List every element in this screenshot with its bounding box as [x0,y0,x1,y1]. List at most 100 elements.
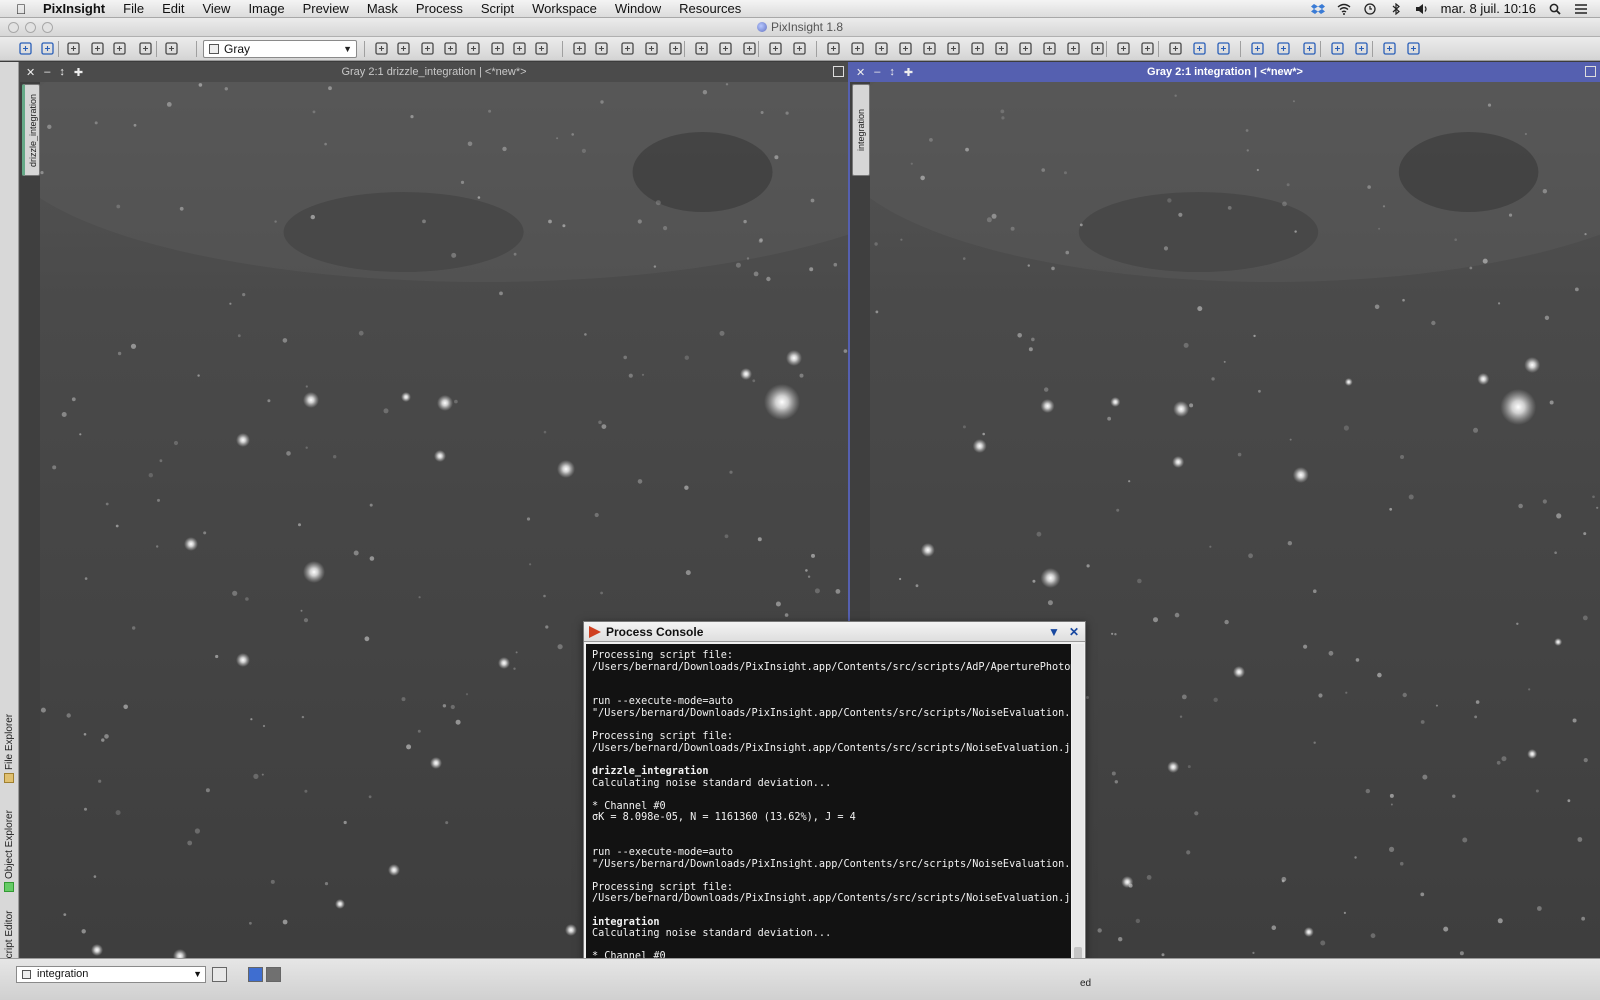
process-2-icon[interactable] [850,41,865,56]
explorer-3-icon[interactable] [1216,41,1231,56]
object-explorer-tab[interactable]: Object Explorer [1,802,18,900]
readout-icon[interactable] [490,41,505,56]
screen-4-icon[interactable] [1330,41,1345,56]
volume-icon[interactable] [1415,3,1429,15]
process-8-icon[interactable] [994,41,1009,56]
minimize-icon[interactable]: – [874,66,880,78]
screen-6-icon[interactable] [1382,41,1397,56]
process-7-icon[interactable] [970,41,985,56]
screen-7-icon[interactable] [1406,41,1421,56]
pointer-icon[interactable] [534,41,549,56]
apple-icon[interactable]:  [8,1,34,17]
process-console-header[interactable]: Process Console ▼ ✕ [584,622,1085,642]
copy-icon[interactable] [112,41,127,56]
duplicate-icon[interactable] [90,41,105,56]
wifi-icon[interactable] [1337,3,1351,15]
process-11-icon[interactable] [1066,41,1081,56]
spotlight-search-icon[interactable] [1548,3,1562,15]
faint-star [267,399,271,403]
menu-workspace[interactable]: Workspace [523,0,606,18]
collapse-icon[interactable]: ▼ [1048,622,1060,642]
notification-center-icon[interactable] [1574,3,1588,15]
view-selector[interactable]: integration ▼ [16,966,206,983]
time-machine-icon[interactable] [1363,2,1377,15]
screen-3-icon[interactable] [1302,41,1317,56]
close-icon[interactable]: ✕ [856,66,865,79]
explorer-2-icon[interactable] [1192,41,1207,56]
toolbar-separator [196,41,197,57]
layout-icon[interactable] [1116,41,1131,56]
image-window-title[interactable]: Gray 2:1 integration | <*new*> [850,62,1600,82]
screen-2-icon[interactable] [1276,41,1291,56]
faint-star [215,654,219,659]
paste-icon[interactable] [138,41,153,56]
preview-3-icon[interactable] [742,41,757,56]
zoom-2-icon[interactable] [644,41,659,56]
process-6-icon[interactable] [946,41,961,56]
new-view-icon[interactable] [164,41,179,56]
menu-resources[interactable]: Resources [670,0,750,18]
menu-process[interactable]: Process [407,0,472,18]
zoom-in-icon[interactable] [572,41,587,56]
layout-2-icon[interactable] [1140,41,1155,56]
blue-channel-button[interactable] [248,967,263,982]
process-icon[interactable] [826,41,841,56]
preview-icon[interactable] [694,41,709,56]
maximize-icon[interactable] [1585,66,1596,77]
process-3-icon[interactable] [874,41,889,56]
new-image-icon[interactable] [66,41,81,56]
fit-window-icon[interactable] [792,41,807,56]
redo-icon[interactable] [40,41,55,56]
file-explorer-tab[interactable]: File Explorer [1,702,18,794]
preview-2-icon[interactable] [718,41,733,56]
zoom-out-icon[interactable] [594,41,609,56]
dropbox-icon[interactable] [1310,3,1325,15]
plus-icon[interactable]: ✚ [74,66,83,79]
image-window-title[interactable]: Gray 2:1 drizzle_integration | <*new*> [20,62,848,82]
clock-text[interactable]: mar. 8 juil. 10:16 [1441,1,1536,16]
menu-image[interactable]: Image [239,0,293,18]
menu-edit[interactable]: Edit [153,0,193,18]
minimize-icon[interactable]: – [44,66,50,78]
process-9-icon[interactable] [1018,41,1033,56]
zoom-1-icon[interactable] [620,41,635,56]
process-4-icon[interactable] [898,41,913,56]
close-icon[interactable]: ✕ [26,66,35,79]
menu-app[interactable]: PixInsight [34,0,114,18]
close-icon[interactable]: ✕ [1069,622,1079,642]
console-scrollbar[interactable] [1072,644,1084,995]
process-5-icon[interactable] [922,41,937,56]
plus-icon[interactable]: ✚ [904,66,913,79]
shade-icon[interactable]: ↕ [889,66,895,78]
select-icon[interactable] [768,41,783,56]
view-tab-integration[interactable]: integration [852,84,870,176]
screen-5-icon[interactable] [1354,41,1369,56]
move-icon[interactable] [443,41,458,56]
zoom-3-icon[interactable] [668,41,683,56]
shade-icon[interactable]: ↕ [59,66,65,78]
undo-icon[interactable] [18,41,33,56]
process-10-icon[interactable] [1042,41,1057,56]
view-toggle-button[interactable] [212,967,227,982]
zoom-fit-icon[interactable] [420,41,435,56]
menu-file[interactable]: File [114,0,153,18]
menu-view[interactable]: View [193,0,239,18]
gray-channel-button[interactable] [266,967,281,982]
explorer-icon[interactable] [1168,41,1183,56]
menu-mask[interactable]: Mask [358,0,407,18]
mask-icon[interactable] [512,41,527,56]
bluetooth-icon[interactable] [1389,2,1403,15]
center-icon[interactable] [466,41,481,56]
menu-window[interactable]: Window [606,0,670,18]
color-mode-select[interactable]: Gray ▼ [203,40,357,58]
process-console[interactable]: Process Console ▼ ✕ Processing script fi… [583,621,1086,1000]
console-output[interactable]: Processing script file:/Users/bernard/Do… [586,644,1071,995]
screen-icon[interactable] [1250,41,1265,56]
maximize-icon[interactable] [833,66,844,77]
menu-preview[interactable]: Preview [294,0,358,18]
view-tab-drizzle[interactable]: drizzle_integration [22,84,40,176]
pan-mode-icon[interactable] [374,41,389,56]
fit-view-icon[interactable] [396,41,411,56]
process-12-icon[interactable] [1090,41,1105,56]
menu-script[interactable]: Script [472,0,523,18]
